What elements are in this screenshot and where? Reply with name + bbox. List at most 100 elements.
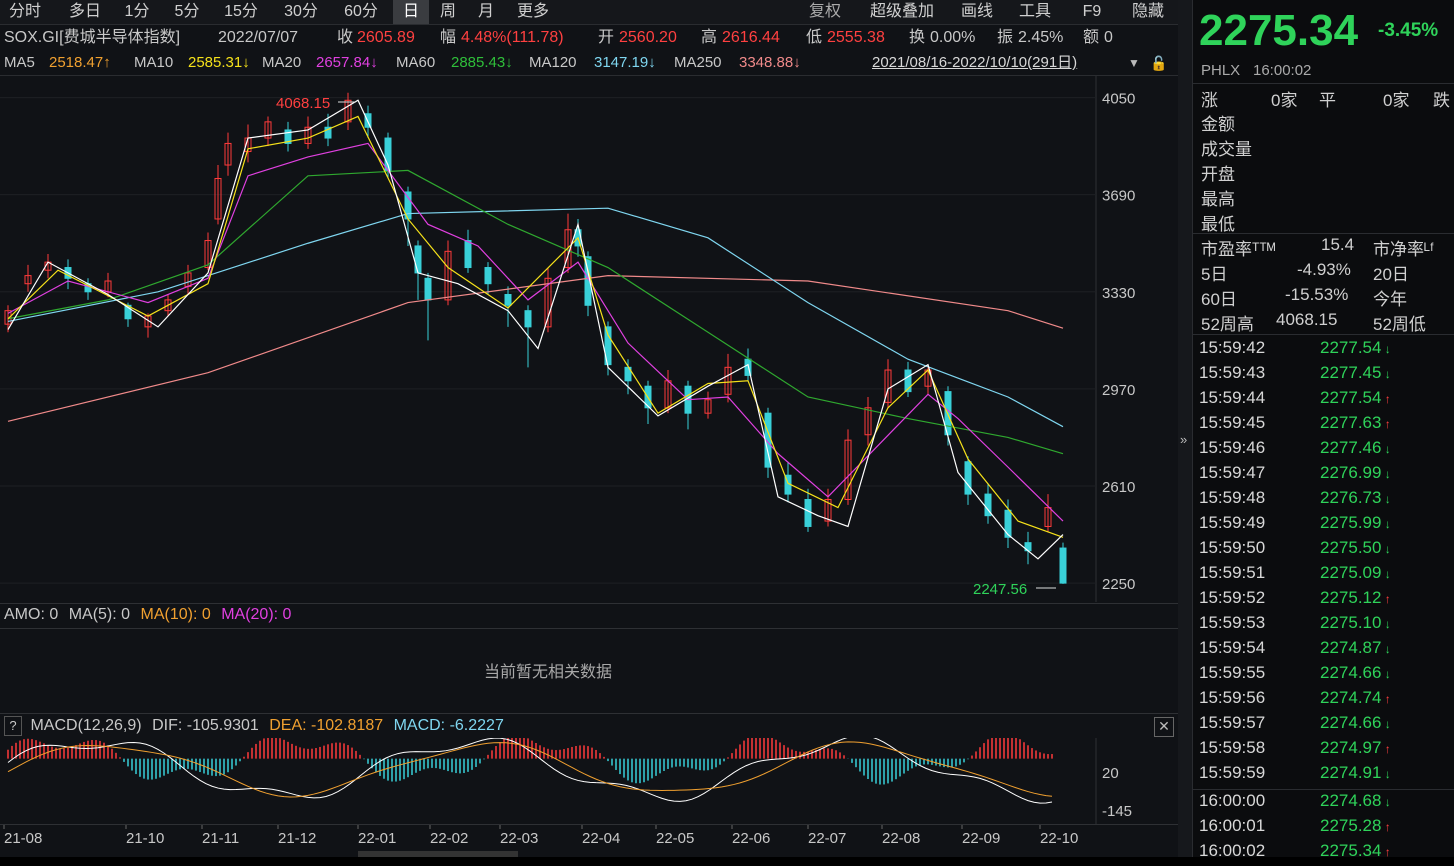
- w52h-label: 52周高: [1201, 315, 1254, 334]
- date-range[interactable]: 2021/08/16-2022/10/10(291日): [872, 51, 1077, 75]
- empty-volume-message: 当前暂无相关数据: [483, 664, 612, 681]
- tab-30min[interactable]: 30分: [275, 0, 327, 24]
- x-tick-label: 22-10: [1040, 830, 1078, 847]
- ma120-value: 3147.19↓: [594, 54, 656, 71]
- y-tick-label: 2970: [1102, 382, 1135, 399]
- tab-1min[interactable]: 1分: [116, 0, 158, 24]
- tick-list[interactable]: 15:59:42 2277.54 ↓ 15:59:43 2277.45 ↓ 15:59:…: [1193, 338, 1454, 860]
- tick-time: 15:59:53: [1199, 613, 1266, 632]
- dea-value: -102.8187: [311, 717, 384, 734]
- candle-body: [524, 310, 532, 328]
- close-label: 收: [337, 29, 354, 46]
- tab-more[interactable]: 更多: [508, 0, 558, 24]
- divider: [0, 628, 1178, 629]
- tick-time: 16:00:02: [1199, 841, 1266, 860]
- series-ma5: [7, 99, 1064, 560]
- arrow-up-icon: ↑: [1381, 820, 1391, 834]
- pe-label: 市盈率ᵀᵀᴹ: [1201, 240, 1276, 259]
- tick-price: 2276.73 ↓: [1320, 488, 1391, 507]
- tab-5min[interactable]: 5分: [165, 0, 209, 24]
- panel-splitter[interactable]: »: [1178, 0, 1192, 857]
- tab-monthly[interactable]: 月: [470, 0, 502, 24]
- price-chart[interactable]: 4050 3690 3330 2970 2610 2250 4068.15 2247.56: [0, 76, 1178, 602]
- tab-weekly[interactable]: 周: [432, 0, 464, 24]
- series-ma60: [7, 169, 1064, 455]
- draw-line-button[interactable]: 画线: [952, 0, 1002, 24]
- tick-price: 2277.54 ↓: [1320, 338, 1391, 357]
- tools-button[interactable]: 工具: [1010, 0, 1060, 24]
- tick-time: 16:00:00: [1199, 791, 1266, 810]
- tick-price: 2274.66 ↓: [1320, 663, 1391, 682]
- ma20-value: 2657.84↓: [316, 54, 378, 71]
- f9-button[interactable]: F9: [1072, 0, 1112, 24]
- w52l-label: 52周低: [1373, 315, 1426, 334]
- max-annotation: 4068.15: [276, 95, 330, 112]
- ma250-label: MA250: [674, 54, 722, 71]
- close-icon[interactable]: ✕: [1154, 717, 1174, 737]
- min-annotation: 2247.56: [973, 581, 1027, 598]
- chevron-right-icon[interactable]: »: [1180, 432, 1187, 447]
- tick-time: 15:59:57: [1199, 713, 1266, 732]
- hide-button[interactable]: 隐藏: [1122, 0, 1174, 24]
- ma5-label: MA5: [4, 54, 35, 71]
- tick-price: 2277.63 ↑: [1320, 413, 1391, 432]
- help-icon[interactable]: ?: [4, 716, 22, 736]
- high-value: 2616.44: [722, 29, 780, 46]
- lock-icon[interactable]: 🔓: [1150, 51, 1167, 75]
- tick-row: 15:59:56 2274.74 ↑: [1193, 688, 1454, 713]
- pb-label: 市净率ᴸᶠ: [1373, 240, 1434, 259]
- tick-row: 16:00:01 2275.28 ↑: [1193, 816, 1454, 841]
- arrow-down-icon: ↓: [1381, 442, 1391, 456]
- ma-legend-bar: MA5 2518.47↑ MA10 2585.31↓ MA20 2657.84↓…: [0, 51, 1178, 76]
- candle-body: [1004, 509, 1012, 538]
- x-tick-label: 22-02: [430, 830, 468, 847]
- arrow-down-icon: ↓: [1381, 767, 1391, 781]
- tick-row: 15:59:50 2275.50 ↓: [1193, 538, 1454, 563]
- change-label: 幅: [440, 29, 457, 46]
- quote-panel: 2275.34 -3.45% PHLX 16:00:02 涨 0家 平 0家 跌…: [1192, 0, 1454, 860]
- chevron-down-icon[interactable]: ▼: [1128, 51, 1140, 75]
- amount-value: 0: [1104, 29, 1113, 46]
- w52h-value: 4068.15: [1276, 310, 1338, 329]
- tab-15min[interactable]: 15分: [215, 0, 267, 24]
- quote-date: 2022/07/07: [218, 29, 299, 46]
- series-ma10: [7, 115, 1064, 538]
- open-label: 开: [598, 29, 615, 46]
- tick-price: 2275.09 ↓: [1320, 563, 1391, 582]
- symbol-name[interactable]: SOX.GI[费城半导体指数]: [4, 25, 180, 50]
- fuquan-button[interactable]: 复权: [798, 0, 852, 24]
- x-tick-label: 22-01: [358, 830, 396, 847]
- arrow-down-icon: ↓: [1381, 517, 1391, 531]
- tick-row: 15:59:58 2274.97 ↑: [1193, 738, 1454, 763]
- close-value: 2605.89: [357, 29, 415, 46]
- amo-label: AMO: 0: [4, 606, 59, 623]
- arrow-up-icon: ↑: [1381, 692, 1391, 706]
- tick-time: 15:59:55: [1199, 663, 1266, 682]
- tick-price: 2277.45 ↓: [1320, 363, 1391, 382]
- ma120-label: MA120: [529, 54, 577, 71]
- high-label: 高: [701, 29, 718, 46]
- super-overlay-button[interactable]: 超级叠加: [860, 0, 944, 24]
- tick-price: 2274.66 ↓: [1320, 713, 1391, 732]
- tick-row: 15:59:44 2277.54 ↑: [1193, 388, 1454, 413]
- tick-price: 2274.74 ↑: [1320, 688, 1391, 707]
- macd-chart[interactable]: 20 -145: [0, 738, 1178, 824]
- macd-ytick-bottom: -145: [1102, 803, 1132, 820]
- ytd-label: 今年: [1373, 290, 1407, 309]
- tab-daily[interactable]: 日: [393, 0, 429, 24]
- tick-time: 15:59:45: [1199, 413, 1266, 432]
- candle-body: [964, 461, 972, 495]
- tab-60min[interactable]: 60分: [335, 0, 387, 24]
- amplitude-label: 振: [997, 29, 1014, 46]
- tab-fenshi[interactable]: 分时: [0, 0, 50, 24]
- x-tick-label: 22-05: [656, 830, 694, 847]
- d5-value: -4.93%: [1297, 260, 1351, 279]
- arrow-down-icon: ↓: [1381, 642, 1391, 656]
- x-tick-labels: 21-08 21-10 21-11 21-12 22-01 22-02 22-03 22-04…: [3, 825, 1078, 847]
- x-tick-label: 22-04: [582, 830, 620, 847]
- arrow-down-icon: ↓: [1381, 492, 1391, 506]
- y-tick-label: 2250: [1102, 576, 1135, 593]
- tab-duori[interactable]: 多日: [58, 0, 112, 24]
- arrow-down-icon: ↓: [1381, 367, 1391, 381]
- tick-row: 15:59:45 2277.63 ↑: [1193, 413, 1454, 438]
